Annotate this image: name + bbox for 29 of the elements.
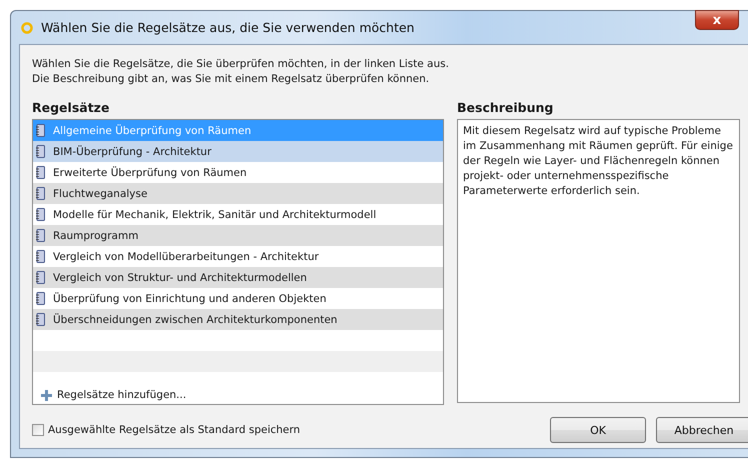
- ruleset-item[interactable]: BIM-Überprüfung - Architektur: [33, 141, 443, 162]
- description-heading: Beschreibung: [457, 100, 554, 115]
- circle-icon: [21, 22, 33, 34]
- notebook-icon: [36, 250, 45, 263]
- notebook-icon: [36, 166, 45, 179]
- plus-icon: [41, 390, 52, 400]
- notebook-icon: [36, 292, 45, 305]
- ok-button[interactable]: OK: [550, 417, 646, 443]
- ruleset-item[interactable]: Raumprogramm: [33, 225, 443, 246]
- checkbox[interactable]: [32, 424, 44, 436]
- notebook-icon: [36, 271, 45, 284]
- instruction-text: Die Beschreibung gibt an, was Sie mit einem Regelsatz überprüfen können.: [32, 72, 430, 87]
- notebook-icon: [36, 124, 45, 137]
- notebook-icon: [36, 187, 45, 200]
- notebook-icon: [36, 208, 45, 221]
- close-button[interactable]: x: [695, 10, 739, 30]
- ruleset-item[interactable]: Überschneidungen zwischen Architekturkomponenten: [33, 309, 443, 330]
- notebook-icon: [36, 145, 45, 158]
- instruction-text: Wählen Sie die Regelsätze, die Sie überprüfen möchten, in der linken Liste aus.: [32, 57, 450, 72]
- notebook-icon: [36, 313, 45, 326]
- ruleset-item[interactable]: Fluchtweganalyse: [33, 183, 443, 204]
- list-heading: Regelsätze: [32, 100, 110, 115]
- description-text: Mit diesem Regelsatz wird auf typische Probleme im Zusammenhang mit Räumen geprüft. Für einige der Regeln wie Layer- und Flächenregeln können projekt- oder unternehmensspezifische Parameterwerte erforderlich sein.: [457, 119, 740, 403]
- window-title: Wählen Sie die Regelsätze aus, die Sie verwenden möchten: [41, 20, 414, 35]
- checkbox-label: Ausgewählte Regelsätze als Standard speichern: [48, 424, 300, 436]
- add-rulesets-link[interactable]: Regelsätze hinzufügen...: [41, 389, 443, 401]
- cancel-button[interactable]: Abbrechen: [656, 417, 748, 443]
- notebook-icon: [36, 229, 45, 242]
- ruleset-item[interactable]: Vergleich von Struktur- und Architekturmodellen: [33, 267, 443, 288]
